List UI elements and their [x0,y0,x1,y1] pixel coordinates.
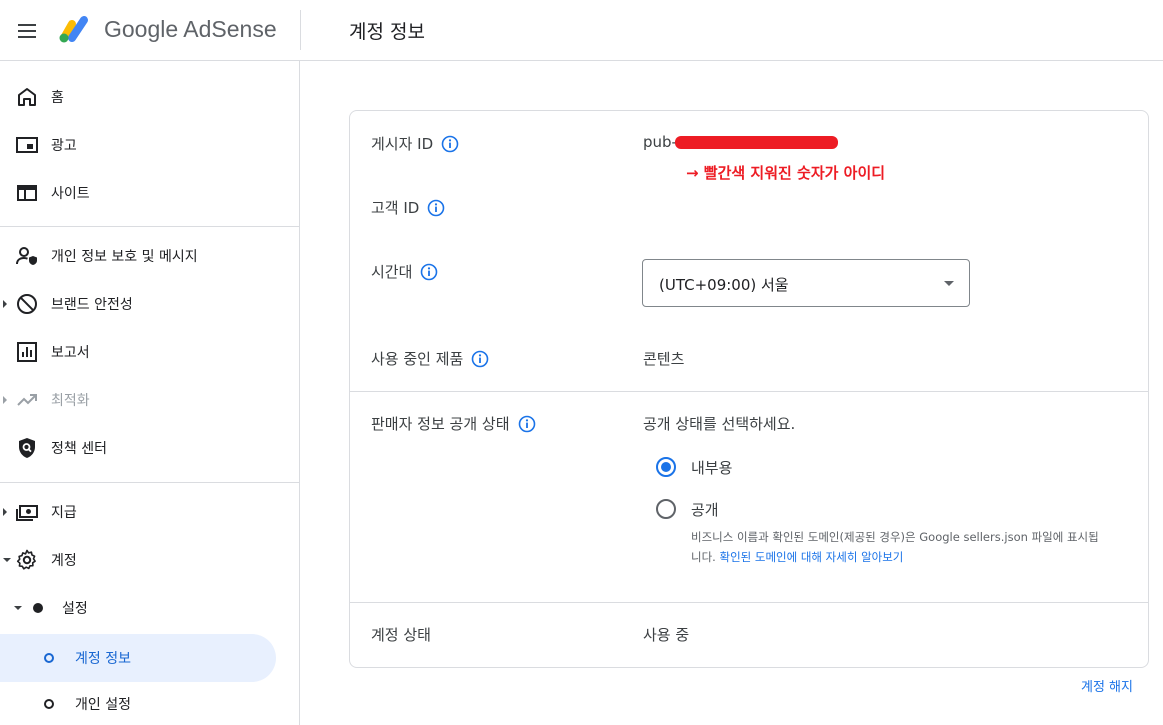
sites-icon [17,185,37,201]
sidebar-item-optimization[interactable]: 최적화 [0,382,300,418]
sidebar-item-brand-safety[interactable]: 브랜드 안전성 [0,286,300,322]
info-icon[interactable] [420,263,438,281]
sidebar-item-reports[interactable]: 보고서 [0,334,300,370]
sidebar-subitem-label: 설정 [62,601,88,617]
learn-more-link[interactable]: 확인된 도메인에 대해 자세히 알아보기 [719,550,903,564]
expand-caret-icon[interactable] [3,300,7,308]
adsense-logo-icon [59,16,88,43]
brand-name: Google AdSense [104,16,277,42]
seller-info-prompt: 공개 상태를 선택하세요. [643,415,796,433]
bullet-ring-icon [44,653,54,663]
info-icon[interactable] [441,135,459,153]
sidebar-item-policy-center[interactable]: 정책 센터 [0,430,300,466]
publisher-id-value: pub- [643,133,677,151]
card-divider [350,391,1148,392]
sidebar-item-label: 홈 [51,90,64,106]
bullet-ring-icon [44,699,54,709]
expand-caret-icon[interactable] [3,508,7,516]
policy-icon [19,438,35,458]
bullet-icon [33,603,43,613]
sidebar-subitem-settings[interactable]: 설정 [0,584,300,632]
annotation-text: → 빨간색 지워진 숫자가 아이디 [686,164,886,182]
info-icon[interactable] [518,415,536,433]
collapse-caret-icon[interactable] [14,606,22,610]
sidebar-item-sites[interactable]: 사이트 [0,175,300,211]
sellers-json-helper-text: 비즈니스 이름과 확인된 도메인(제공된 경우)은 Google sellers… [691,527,1101,567]
trending-icon [17,394,37,406]
sidebar-item-label: 지급 [51,505,77,521]
seller-info-label: 판매자 정보 공개 상태 [371,415,510,433]
radio-public[interactable] [656,499,676,519]
publisher-id-row-label: 게시자 ID [371,133,459,154]
products-value: 콘텐츠 [643,350,685,368]
sidebar-item-privacy[interactable]: 개인 정보 보호 및 메시지 [0,238,300,274]
sidebar-subitem-personal-settings[interactable]: 개인 설정 [0,680,300,725]
top-app-bar: Google AdSense 계정 정보 [0,0,1163,61]
timezone-select-value: (UTC+09:00) 서울 [659,276,789,294]
payments-icon [16,505,38,521]
redaction-mark [675,136,838,149]
sidebar-subitem-label: 개인 설정 [75,697,131,713]
page-title: 계정 정보 [349,21,425,43]
sidebar-item-label: 정책 센터 [51,441,107,457]
home-icon [18,88,36,106]
header-divider [300,10,301,50]
sidebar-subitem-label: 계정 정보 [75,651,131,667]
sidebar-item-label: 개인 정보 보호 및 메시지 [51,249,198,265]
dropdown-arrow-icon [944,281,954,286]
radio-public-label[interactable]: 공개 [691,499,719,520]
radio-internal-label[interactable]: 내부용 [691,457,732,478]
sidebar-item-label: 광고 [51,138,77,154]
sidebar-divider [0,482,299,483]
timezone-row-label: 시간대 [371,261,438,282]
card-divider [350,602,1148,603]
sidebar-item-label: 계정 [51,553,77,569]
ads-icon [16,137,38,153]
customer-id-row-label: 고객 ID [371,197,445,218]
sidebar: 홈 광고 사이트 개인 정보 보호 및 메시지 브랜드 안전성 보고서 최적화 … [0,61,300,725]
account-info-card: 게시자 ID pub- → 빨간색 지워진 숫자가 아이디 고객 ID 시간대 … [349,110,1149,668]
sidebar-item-home[interactable]: 홈 [0,79,300,115]
collapse-caret-icon[interactable] [3,558,11,562]
status-row-label: 계정 상태 [371,624,431,645]
timezone-select[interactable]: (UTC+09:00) 서울 [642,259,970,307]
close-account-link[interactable]: 계정 해지 [1081,676,1133,695]
info-icon[interactable] [427,199,445,217]
products-label: 사용 중인 제품 [371,350,464,368]
sidebar-divider [0,226,299,227]
seller-info-row-label: 판매자 정보 공개 상태 [371,413,536,434]
info-icon[interactable] [471,350,489,368]
publisher-id-label: 게시자 ID [371,135,434,153]
timezone-label: 시간대 [371,263,413,281]
block-icon [17,294,37,314]
status-label: 계정 상태 [371,626,431,644]
hamburger-menu-icon[interactable] [14,18,40,44]
privacy-icon [16,247,37,265]
sidebar-subitem-account-info[interactable]: 계정 정보 [0,634,276,682]
sidebar-item-payments[interactable]: 지급 [0,494,300,530]
sidebar-item-account[interactable]: 계정 [0,542,300,578]
sidebar-item-label: 사이트 [51,186,90,202]
customer-id-label: 고객 ID [371,199,420,217]
products-row-label: 사용 중인 제품 [371,348,489,369]
radio-internal[interactable] [656,457,676,477]
sidebar-item-label: 브랜드 안전성 [51,297,133,313]
reports-icon [17,342,37,362]
sidebar-item-label: 최적화 [51,393,90,409]
sidebar-item-label: 보고서 [51,345,90,361]
status-value: 사용 중 [643,626,690,644]
gear-icon [16,549,36,570]
sidebar-item-ads[interactable]: 광고 [0,127,300,163]
expand-caret-icon[interactable] [3,396,7,404]
